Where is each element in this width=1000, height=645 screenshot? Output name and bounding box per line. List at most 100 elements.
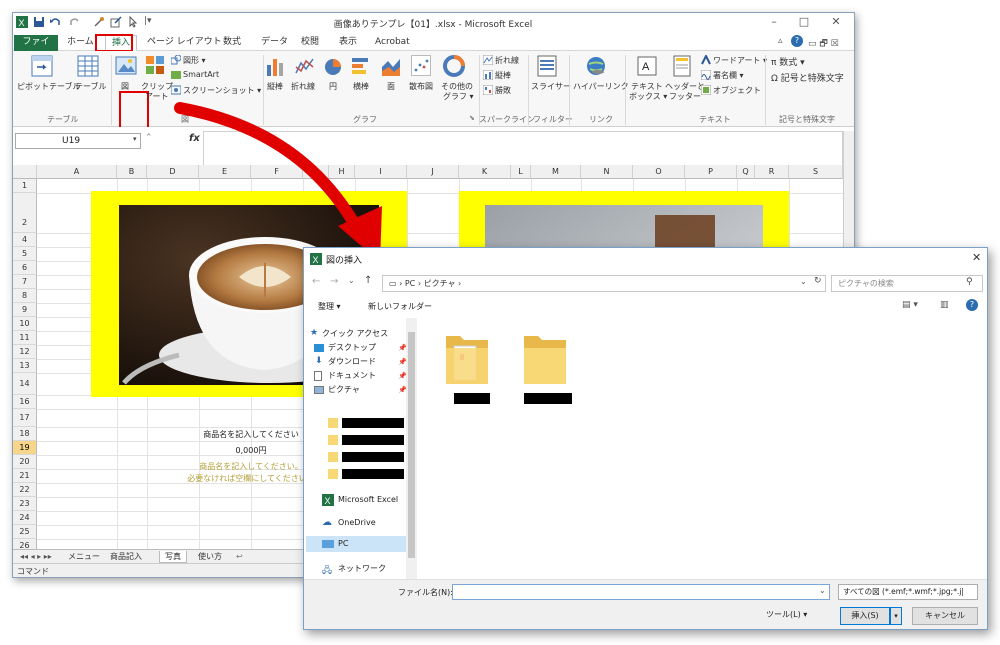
screenshot-label[interactable]: スクリーンショット ▾ — [183, 85, 261, 96]
row-header[interactable]: 11 — [13, 331, 37, 345]
preview-pane-icon[interactable]: ▥ — [940, 300, 949, 310]
row-header[interactable]: 18 — [13, 427, 37, 441]
redacted-folder-name[interactable] — [342, 469, 404, 479]
hyperlink-label[interactable]: ハイパーリンク — [573, 81, 629, 92]
row-header[interactable]: 22 — [13, 483, 37, 497]
sheet-tab-product[interactable]: 商品記入 — [105, 551, 147, 563]
other-charts-label-2[interactable]: グラフ ▾ — [443, 91, 474, 102]
nav-onedrive[interactable]: OneDrive — [338, 516, 376, 530]
address-dropdown-icon[interactable]: ⌄ — [800, 277, 807, 286]
column-chart-icon[interactable] — [265, 55, 285, 77]
nav-download[interactable]: ダウンロード — [328, 355, 376, 369]
minimize-icon[interactable]: – — [765, 15, 783, 29]
back-icon[interactable]: ← — [312, 276, 320, 287]
row-header[interactable]: 1 — [13, 179, 37, 193]
col-header[interactable]: L — [511, 165, 531, 179]
redacted-file-name[interactable] — [524, 393, 572, 404]
search-input[interactable]: ピクチャの検索 — [831, 275, 983, 292]
pie-chart-icon[interactable] — [323, 55, 343, 77]
row-header[interactable]: 20 — [13, 455, 37, 469]
object-label[interactable]: オブジェクト — [713, 85, 761, 96]
line-chart-label[interactable]: 折れ線 — [291, 81, 315, 92]
col-header[interactable]: B — [117, 165, 147, 179]
row-header[interactable]: 23 — [13, 497, 37, 511]
row-header[interactable]: 10 — [13, 317, 37, 331]
ribbon-minimize-icon[interactable]: ▵ — [778, 36, 783, 46]
header-footer-label-2[interactable]: フッター — [669, 91, 701, 102]
table-icon[interactable] — [77, 55, 99, 77]
col-header[interactable]: P — [685, 165, 737, 179]
column-chart-label[interactable]: 縦棒 — [267, 81, 283, 92]
redacted-file-name[interactable] — [454, 393, 490, 404]
redacted-folder-name[interactable] — [342, 418, 404, 428]
nav-scrollbar-thumb[interactable] — [408, 332, 415, 558]
nav-documents[interactable]: ドキュメント — [328, 369, 376, 383]
row-header[interactable]: 6 — [13, 261, 37, 275]
select-all-corner[interactable] — [13, 165, 37, 179]
tab-formulas[interactable]: 数式 — [217, 35, 247, 51]
tab-page-layout[interactable]: ページ レイアウト — [141, 35, 228, 51]
wordart-icon[interactable] — [701, 55, 711, 65]
bar-chart-icon[interactable] — [351, 55, 371, 77]
other-charts-icon[interactable] — [443, 55, 465, 77]
pie-chart-label[interactable]: 円 — [329, 81, 337, 92]
nav-pictures[interactable]: ピクチャ — [328, 383, 360, 397]
close-icon[interactable]: ✕ — [827, 15, 845, 29]
nav-quick-access[interactable]: クイック アクセス — [322, 327, 388, 341]
scatter-chart-icon[interactable] — [411, 55, 431, 77]
folder-icon[interactable] — [444, 330, 490, 386]
nav-desktop[interactable]: デスクトップ — [328, 341, 376, 355]
col-header[interactable]: D — [147, 165, 199, 179]
table-label[interactable]: テーブル — [75, 81, 107, 92]
smartart-icon[interactable] — [171, 70, 181, 80]
row-header[interactable]: 24 — [13, 511, 37, 525]
tab-review[interactable]: 校閲 — [295, 35, 325, 51]
sparkline-column-icon[interactable] — [483, 70, 493, 80]
textbox-label-2[interactable]: ボックス ▾ — [629, 91, 667, 102]
name-box-dropdown-icon[interactable]: ▾ — [133, 135, 137, 143]
edit-icon[interactable] — [110, 16, 122, 28]
col-header[interactable]: M — [531, 165, 581, 179]
row-header[interactable]: 14 — [13, 373, 37, 395]
signature-icon[interactable] — [701, 70, 711, 80]
undo-icon[interactable] — [49, 16, 61, 28]
sheet-tab-howto[interactable]: 使い方 — [193, 551, 227, 563]
forward-icon[interactable]: → — [330, 276, 338, 287]
row-header[interactable]: 7 — [13, 275, 37, 289]
pivot-table-icon[interactable] — [31, 55, 53, 77]
help-icon[interactable]: ? — [966, 299, 978, 311]
tab-file[interactable]: ファイル — [14, 35, 58, 62]
bar-chart-label[interactable]: 横棒 — [353, 81, 369, 92]
area-chart-label[interactable]: 面 — [387, 81, 395, 92]
tab-acrobat[interactable]: Acrobat — [369, 35, 416, 51]
pointer-icon[interactable] — [127, 16, 139, 28]
wordart-label[interactable]: ワードアート ▾ — [713, 55, 767, 66]
formula-input[interactable] — [203, 131, 843, 169]
sheet-tab-photo[interactable]: 写真 — [159, 551, 187, 563]
nav-microsoft-excel[interactable]: Microsoft Excel — [338, 493, 398, 507]
insert-button[interactable]: 挿入(S) — [840, 607, 890, 625]
fx-button[interactable]: fx — [189, 133, 200, 144]
breadcrumb-pictures[interactable]: ピクチャ — [424, 279, 456, 288]
equation-button[interactable]: π 数式 ▾ — [771, 55, 805, 68]
row-header[interactable]: 2 — [13, 193, 37, 233]
format-painter-icon[interactable] — [93, 16, 105, 28]
row-header[interactable]: 4 — [13, 233, 37, 247]
clip-art-icon[interactable] — [145, 55, 165, 75]
insert-dropdown-icon[interactable]: ▾ — [890, 607, 902, 625]
up-icon[interactable]: ↑ — [364, 275, 372, 286]
hyperlink-icon[interactable] — [585, 55, 607, 77]
col-header[interactable]: N — [581, 165, 633, 179]
sparkline-line-label[interactable]: 折れ線 — [495, 55, 519, 66]
save-icon[interactable] — [33, 16, 45, 28]
row-header[interactable]: 16 — [13, 395, 37, 409]
col-header[interactable]: H — [329, 165, 355, 179]
col-header[interactable]: O — [633, 165, 685, 179]
header-footer-icon[interactable] — [673, 55, 691, 77]
redacted-folder-name[interactable] — [342, 435, 404, 445]
organize-button[interactable]: 整理 ▾ — [318, 301, 341, 312]
view-options-icon[interactable]: ▤ ▾ — [902, 300, 918, 310]
address-bar[interactable]: ▭ › PC › ピクチャ › — [382, 275, 826, 292]
nav-network[interactable]: ネットワーク — [338, 562, 386, 576]
filename-dropdown-icon[interactable]: ⌄ — [819, 586, 826, 595]
